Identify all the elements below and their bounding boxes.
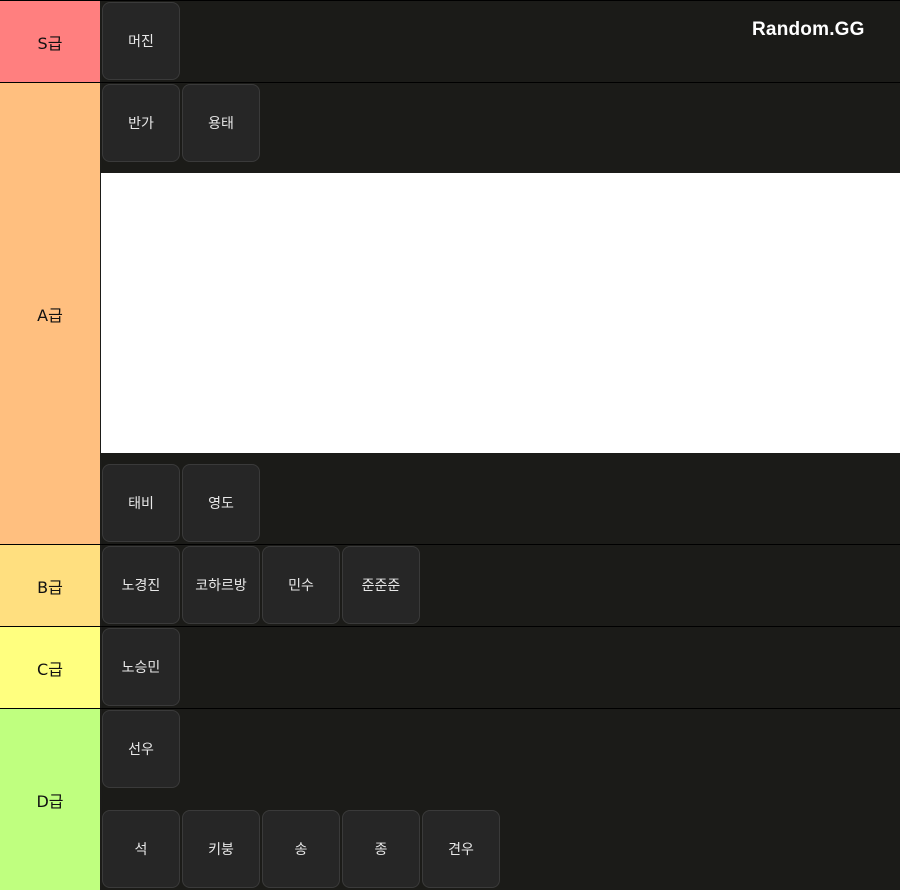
tier-label-d[interactable]: D급 [0,709,100,890]
tier-label-a[interactable]: A급 [0,83,100,544]
tier-item[interactable]: 석 [102,810,180,888]
tier-item[interactable]: 태비 [102,464,180,542]
tier-drop-area-c[interactable] [100,627,900,708]
tier-item[interactable]: 용태 [182,84,260,162]
tier-item[interactable]: 머진 [102,2,180,80]
tier-board: S급 머진 A급 반가 용태 태비 영도 B급 노경진 코하르방 민수 준준준 … [0,0,900,890]
tier-item[interactable]: 민수 [262,546,340,624]
tier-item[interactable]: 영도 [182,464,260,542]
tier-item[interactable]: 반가 [102,84,180,162]
tier-item[interactable]: 키붕 [182,810,260,888]
tier-label-c[interactable]: C급 [0,627,100,708]
tier-item[interactable]: 견우 [422,810,500,888]
tier-item[interactable]: 노승민 [102,628,180,706]
blank-overlay-panel [101,173,900,453]
tier-label-s[interactable]: S급 [0,1,100,82]
tier-label-b[interactable]: B급 [0,545,100,626]
brand-logo-text: Random.GG [752,19,865,40]
tier-drop-area-s[interactable] [100,1,900,82]
tier-item[interactable]: 노경진 [102,546,180,624]
tier-item[interactable]: 종 [342,810,420,888]
tier-item[interactable]: 선우 [102,710,180,788]
tier-item[interactable]: 준준준 [342,546,420,624]
tier-item[interactable]: 코하르방 [182,546,260,624]
tier-item[interactable]: 송 [262,810,340,888]
